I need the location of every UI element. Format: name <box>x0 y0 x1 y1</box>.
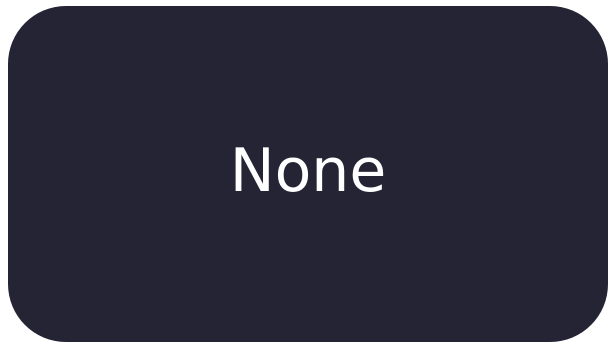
canvas: None <box>0 0 610 346</box>
none-option-label: None <box>229 136 387 206</box>
none-option-button[interactable]: None <box>8 6 608 342</box>
